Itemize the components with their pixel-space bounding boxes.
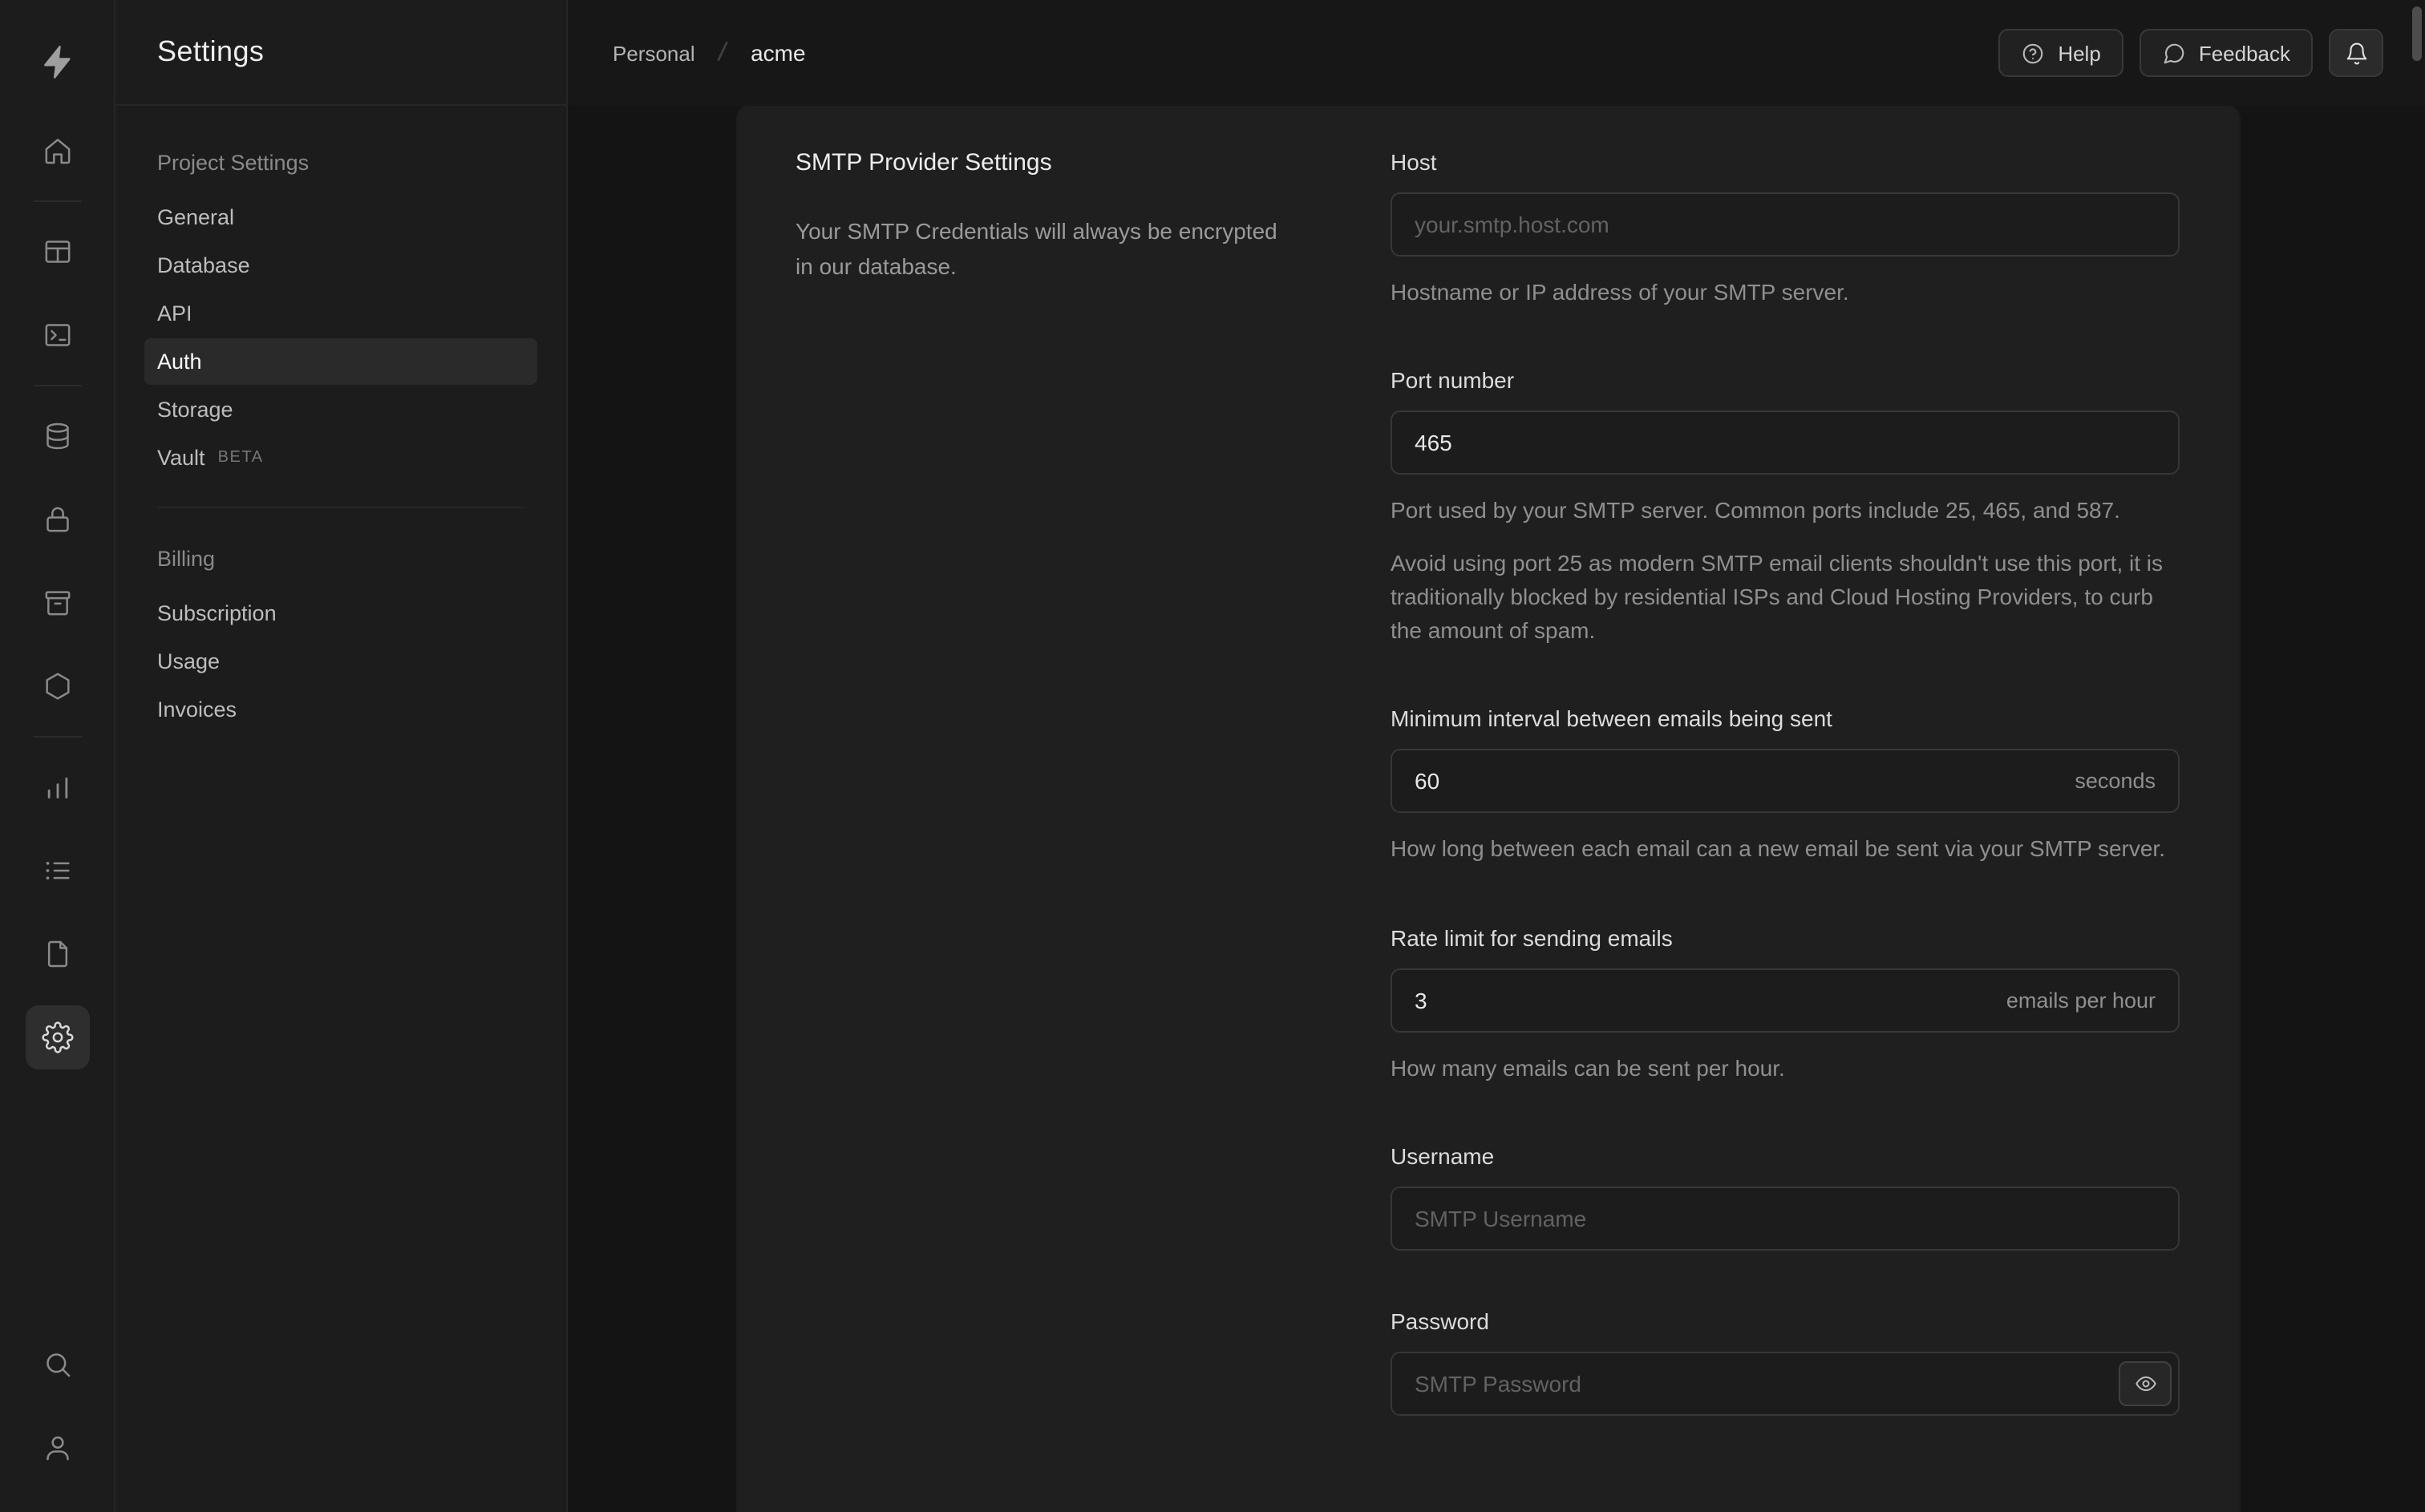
sidebar-item-api[interactable]: API (144, 290, 537, 337)
feedback-bubble-icon (2162, 41, 2186, 65)
main-area: Personal / acme Help Feedback SMTP Provi… (568, 0, 2425, 1512)
user-icon (41, 1432, 73, 1464)
nav-table-editor-button[interactable] (25, 220, 89, 284)
rate-limit-input[interactable] (1391, 968, 2180, 1033)
smtp-settings-panel: SMTP Provider Settings Your SMTP Credent… (738, 106, 2239, 1512)
storage-icon (41, 587, 73, 619)
feedback-button-label: Feedback (2198, 41, 2290, 65)
table-editor-icon (41, 236, 73, 268)
icon-rail (0, 0, 115, 1512)
search-button[interactable] (25, 1332, 89, 1397)
sql-editor-icon (41, 319, 73, 351)
password-input[interactable] (1391, 1351, 2180, 1416)
account-button[interactable] (25, 1416, 89, 1480)
password-label: Password (1391, 1308, 1489, 1334)
help-circle-icon (2021, 41, 2045, 65)
breadcrumb-project[interactable]: acme (751, 40, 805, 66)
sidebar-item-storage[interactable]: Storage (144, 386, 537, 433)
username-input[interactable] (1391, 1186, 2180, 1251)
search-icon (41, 1348, 73, 1381)
port-help-text: Port used by your SMTP server. Common po… (1391, 497, 2120, 524)
reveal-password-button[interactable] (2119, 1360, 2172, 1406)
panel-description: Your SMTP Credentials will always be enc… (796, 218, 1277, 279)
port-input[interactable] (1391, 410, 2180, 475)
reports-icon (41, 771, 73, 803)
smtp-form: Host Hostname or IP address of your SMTP… (1347, 106, 2239, 1512)
sidebar-divider (157, 507, 524, 508)
interval-label: Minimum interval between emails being se… (1391, 705, 1832, 732)
breadcrumb-separator: / (716, 36, 730, 68)
notification-bell-icon (2344, 41, 2368, 65)
auth-lock-icon (41, 503, 73, 536)
breadcrumb-org[interactable]: Personal (613, 41, 695, 65)
page-scrollbar[interactable] (2409, 0, 2425, 1512)
nav-auth-button[interactable] (25, 487, 89, 552)
logs-icon (41, 855, 73, 887)
rail-divider (33, 385, 81, 386)
docs-icon (41, 938, 73, 970)
nav-storage-button[interactable] (25, 571, 89, 635)
help-button[interactable]: Help (1998, 29, 2123, 77)
sidebar-item-label: Vault (157, 446, 205, 470)
port-note-text: Avoid using port 25 as modern SMTP email… (1391, 549, 2164, 644)
host-help-text: Hostname or IP address of your SMTP serv… (1391, 279, 1849, 305)
sidebar-header: Settings (115, 0, 566, 106)
sidebar-title: Settings (157, 35, 265, 67)
supabase-bolt-icon (38, 42, 75, 79)
field-port: Port number Port used by your SMTP serve… (1391, 368, 2180, 649)
eye-icon (2134, 1373, 2156, 1395)
sidebar-item-general[interactable]: General (144, 194, 537, 241)
breadcrumb: Personal / acme (613, 36, 806, 69)
field-username: Username (1391, 1143, 2180, 1251)
feedback-button[interactable]: Feedback (2139, 29, 2313, 77)
beta-badge: BETA (217, 449, 264, 467)
sidebar-item-vault[interactable]: Vault BETA (144, 435, 537, 481)
nav-reports-button[interactable] (25, 755, 89, 819)
sidebar-nav: Project Settings General Database API Au… (115, 106, 566, 770)
field-host: Host Hostname or IP address of your SMTP… (1391, 149, 2180, 310)
nav-edge-functions-button[interactable] (25, 654, 89, 718)
host-input[interactable] (1391, 192, 2180, 257)
notifications-button[interactable] (2329, 29, 2383, 77)
rail-divider (33, 736, 81, 738)
help-button-label: Help (2058, 41, 2101, 65)
panel-title: SMTP Provider Settings (796, 149, 1052, 176)
port-label: Port number (1391, 367, 1515, 394)
rail-divider (33, 200, 81, 202)
field-minimum-interval: Minimum interval between emails being se… (1391, 706, 2180, 867)
top-bar: Personal / acme Help Feedback (568, 0, 2425, 106)
sidebar-item-database[interactable]: Database (144, 242, 537, 289)
supabase-logo[interactable] (25, 29, 89, 93)
username-label: Username (1391, 1142, 1495, 1169)
nav-docs-button[interactable] (25, 922, 89, 986)
nav-logs-button[interactable] (25, 839, 89, 903)
app-window: Settings Project Settings General Databa… (0, 0, 2425, 1512)
scrollbar-thumb[interactable] (2412, 6, 2422, 61)
panel-info-column: SMTP Provider Settings Your SMTP Credent… (738, 106, 1347, 1512)
field-rate-limit: Rate limit for sending emails emails per… (1391, 924, 2180, 1085)
sidebar-item-auth[interactable]: Auth (144, 338, 537, 385)
settings-gear-icon (41, 1021, 73, 1053)
sidebar-item-subscription[interactable]: Subscription (144, 590, 537, 637)
topbar-actions: Help Feedback (1998, 29, 2383, 77)
content-area: SMTP Provider Settings Your SMTP Credent… (568, 106, 2425, 1512)
home-icon (41, 135, 73, 167)
nav-home-button[interactable] (25, 119, 89, 183)
nav-sql-editor-button[interactable] (25, 303, 89, 367)
sidebar-item-invoices[interactable]: Invoices (144, 686, 537, 733)
database-icon (41, 420, 73, 452)
nav-database-button[interactable] (25, 404, 89, 468)
rate-limit-help-text: How many emails can be sent per hour. (1391, 1054, 1785, 1081)
section-heading-project-settings: Project Settings (157, 151, 310, 175)
host-label: Host (1391, 149, 1437, 175)
sidebar-item-usage[interactable]: Usage (144, 638, 537, 685)
rate-limit-label: Rate limit for sending emails (1391, 924, 1673, 951)
field-password: Password (1391, 1308, 2180, 1416)
interval-input[interactable] (1391, 749, 2180, 814)
settings-sidebar: Settings Project Settings General Databa… (115, 0, 568, 1512)
interval-help-text: How long between each email can a new em… (1391, 835, 2165, 862)
nav-project-settings-button[interactable] (25, 1005, 89, 1069)
edge-functions-icon (41, 670, 73, 702)
section-heading-billing: Billing (157, 547, 216, 571)
